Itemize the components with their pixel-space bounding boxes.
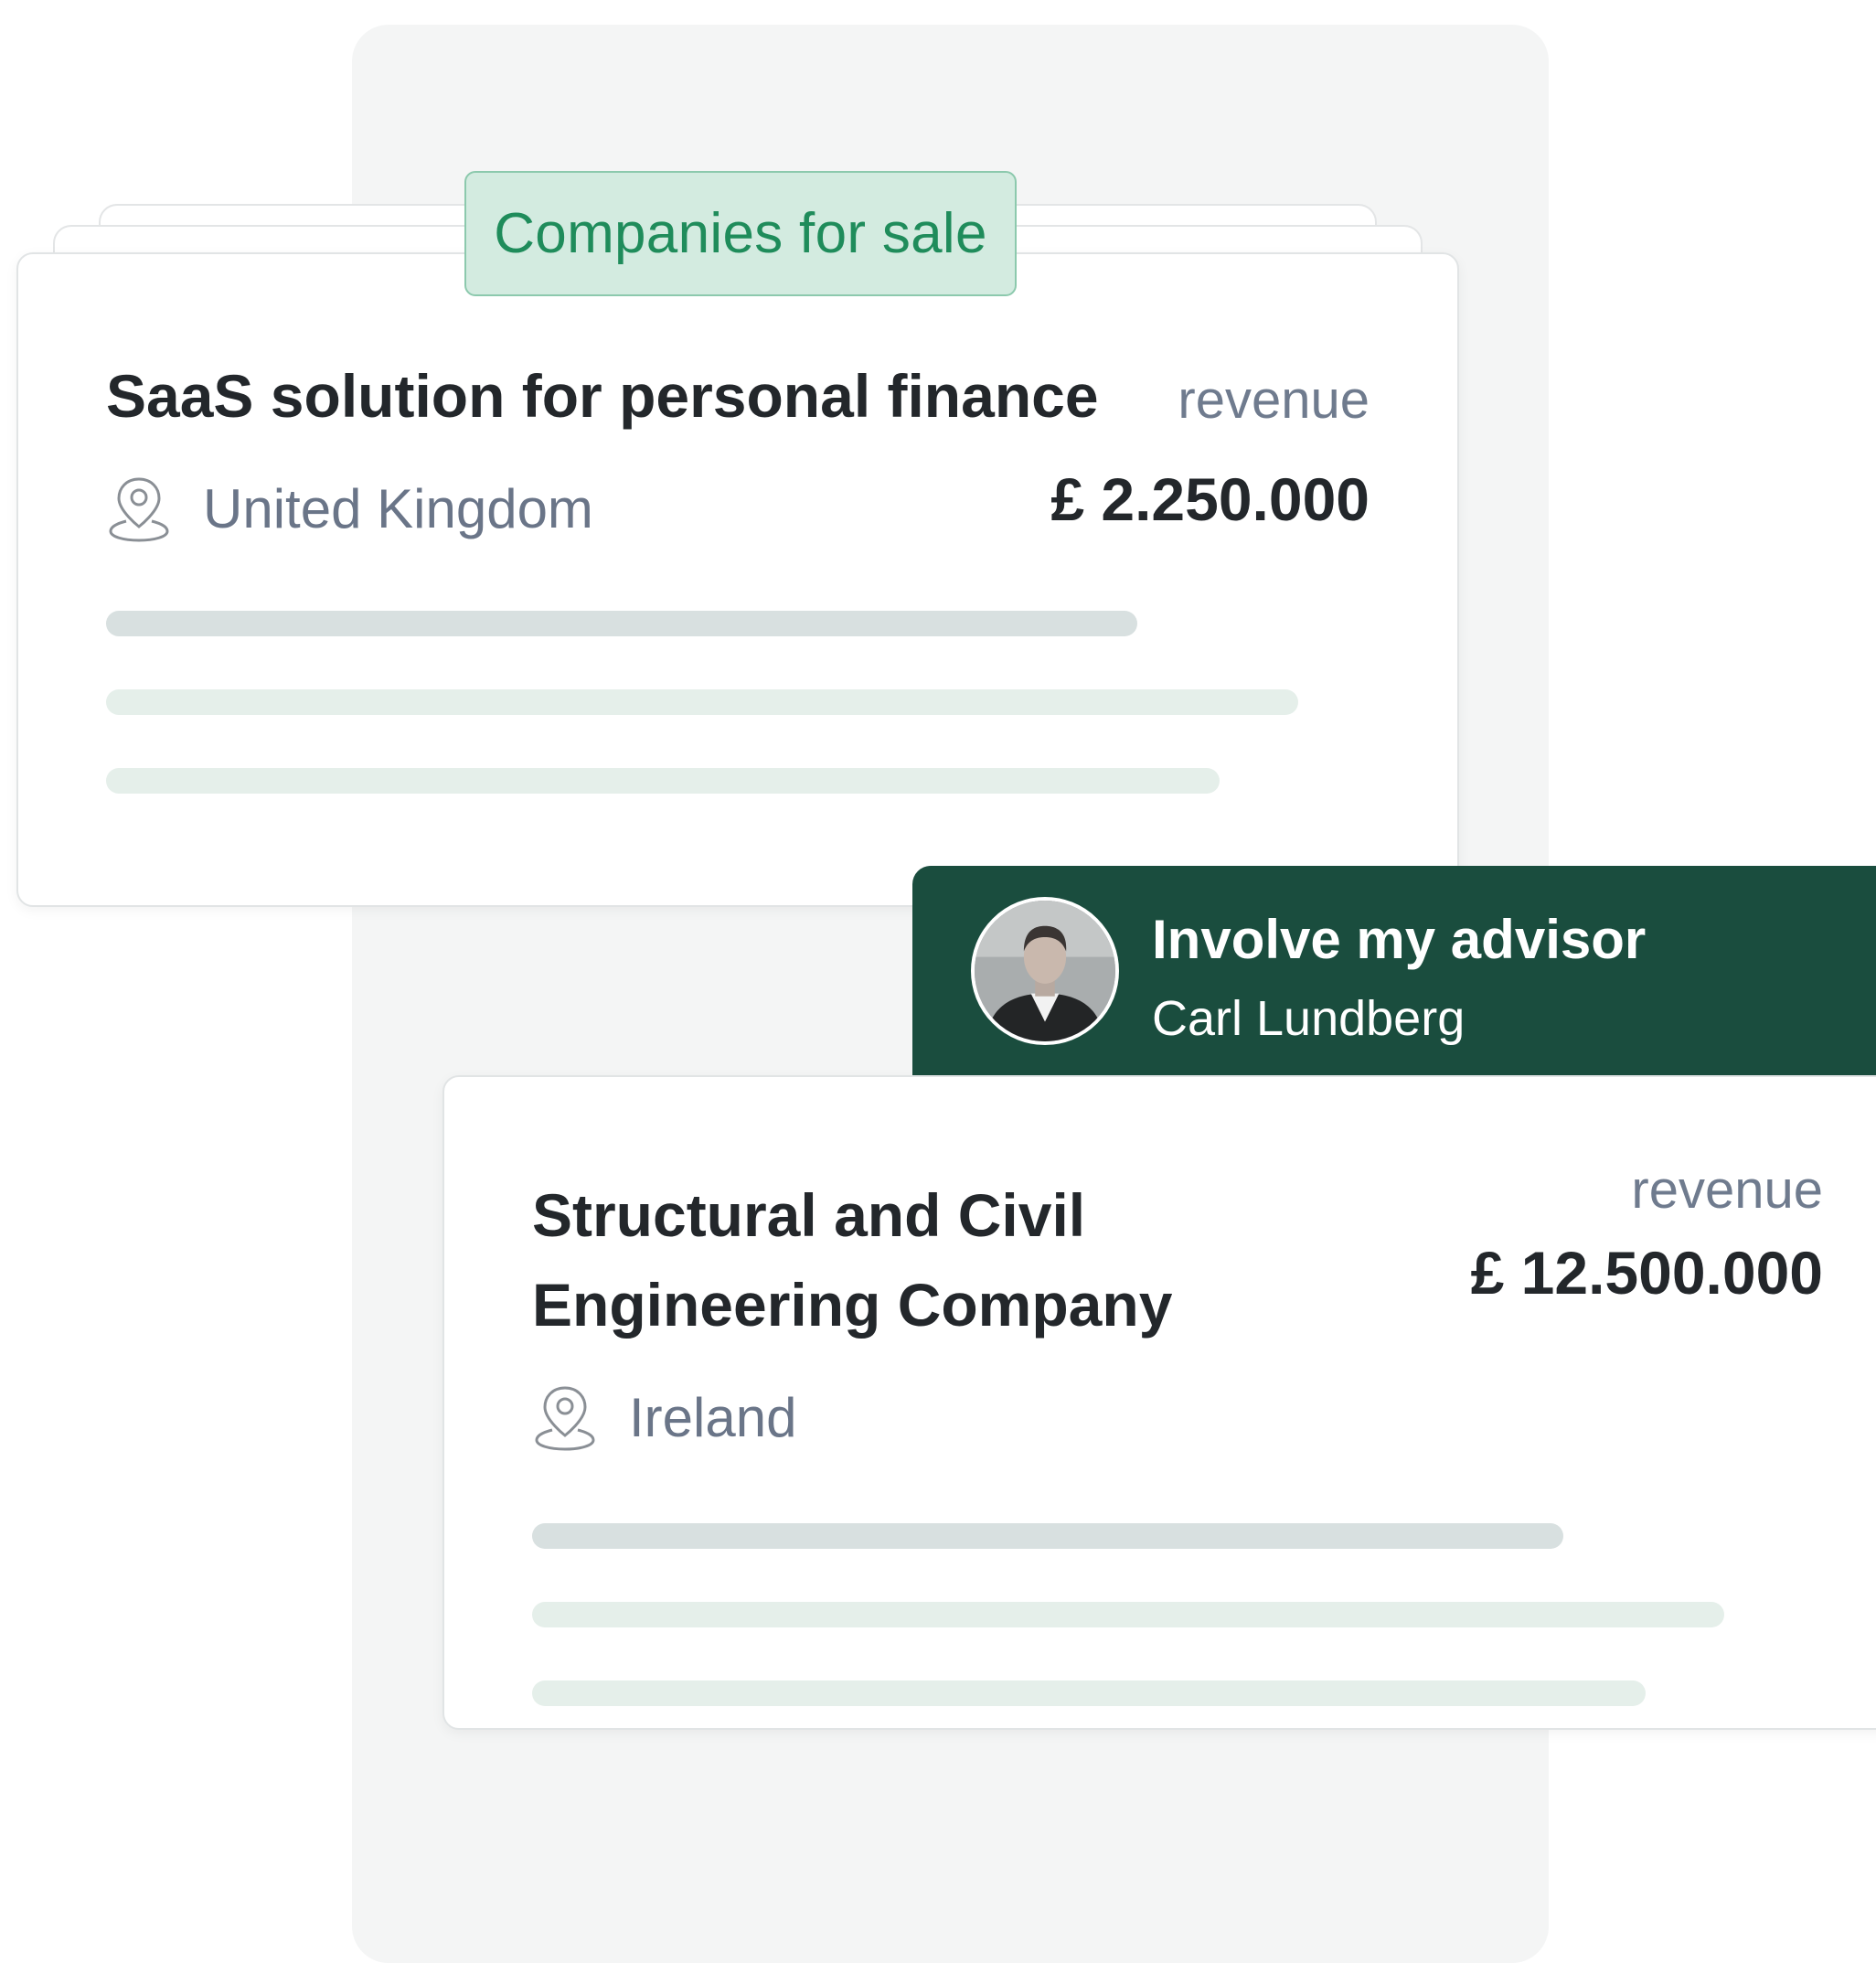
placeholder-line	[532, 1680, 1646, 1706]
listing-card[interactable]: Structural and Civil Engineering Company…	[442, 1075, 1876, 1730]
placeholder-line	[106, 768, 1220, 794]
advisor-heading: Involve my advisor	[1152, 909, 1647, 970]
location-pin-icon	[535, 1386, 595, 1451]
location-pin-icon	[109, 477, 169, 542]
companies-for-sale-tag: Companies for sale	[464, 171, 1017, 296]
location-label: Ireland	[629, 1386, 797, 1448]
advisor-portrait-icon	[975, 901, 1115, 1041]
listing-card[interactable]: SaaS solution for personal finance Unite…	[16, 252, 1459, 907]
revenue-label: revenue	[1178, 370, 1370, 430]
listing-title: Structural and Civil Engineering Company	[532, 1181, 1173, 1339]
involve-advisor-banner[interactable]: Involve my advisor Carl Lundberg	[912, 866, 1876, 1078]
listing-location: Ireland	[532, 1382, 796, 1452]
placeholder-line	[106, 689, 1298, 715]
listing-location: United Kingdom	[106, 474, 593, 543]
advisor-name: Carl Lundberg	[1152, 991, 1466, 1046]
placeholder-line	[532, 1602, 1724, 1627]
placeholder-line	[106, 611, 1137, 636]
revenue-value: £ 12.500.000	[1470, 1239, 1823, 1307]
listing-title: SaaS solution for personal finance	[106, 362, 1099, 430]
revenue-label: revenue	[1631, 1160, 1823, 1220]
advisor-avatar	[971, 897, 1119, 1045]
placeholder-line	[532, 1523, 1563, 1549]
location-label: United Kingdom	[203, 477, 593, 539]
revenue-value: £ 2.250.000	[1050, 465, 1370, 533]
